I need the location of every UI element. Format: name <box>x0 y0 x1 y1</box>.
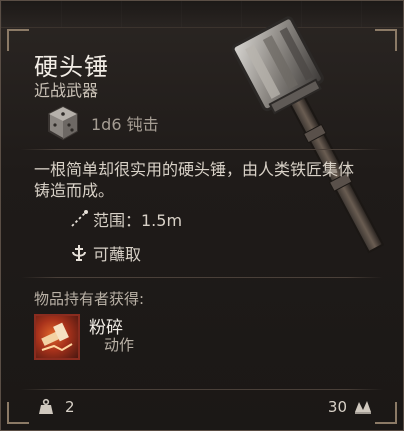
divider <box>21 389 383 390</box>
range-label: 范围：1.5m <box>93 211 183 230</box>
damage-text: 1d6 钝击 <box>91 115 159 134</box>
divider <box>21 277 383 278</box>
range-property: 范围：1.5m <box>69 207 182 231</box>
dip-label: 可蘸取 <box>93 245 142 264</box>
weight-display: 2 <box>37 398 75 416</box>
dip-icon <box>72 245 86 261</box>
holder-section-label: 物品持有者获得: <box>34 290 145 308</box>
gold-icon <box>355 401 371 414</box>
dip-property: 可蘸取 <box>69 241 141 265</box>
range-icon <box>71 210 88 227</box>
hammer-icon <box>231 16 385 254</box>
gold-value: 30 <box>327 398 347 416</box>
item-description: 一根简单却很实用的硬头锤，由人类铁匠集体铸造而成。 <box>34 160 355 200</box>
frame-corner-top-left <box>7 29 29 51</box>
weight-value: 2 <box>65 398 75 416</box>
frame-corner-bottom-left <box>7 402 29 424</box>
damage-row: 1d6 钝击 <box>45 105 159 141</box>
d6-dice-icon <box>48 105 78 141</box>
value-display: 30 <box>328 398 373 416</box>
weight-icon <box>39 398 53 414</box>
smash-icon[interactable] <box>34 314 80 360</box>
item-category: 近战武器 <box>34 81 99 100</box>
action-type: 动作 <box>104 336 135 354</box>
frame-corner-bottom-right <box>375 402 397 424</box>
divider <box>21 149 383 150</box>
item-tooltip: 硬头锤 近战武器 1d6 钝击 一根简单却很实用的硬头锤，由人类铁匠集体铸造而成… <box>0 0 404 431</box>
